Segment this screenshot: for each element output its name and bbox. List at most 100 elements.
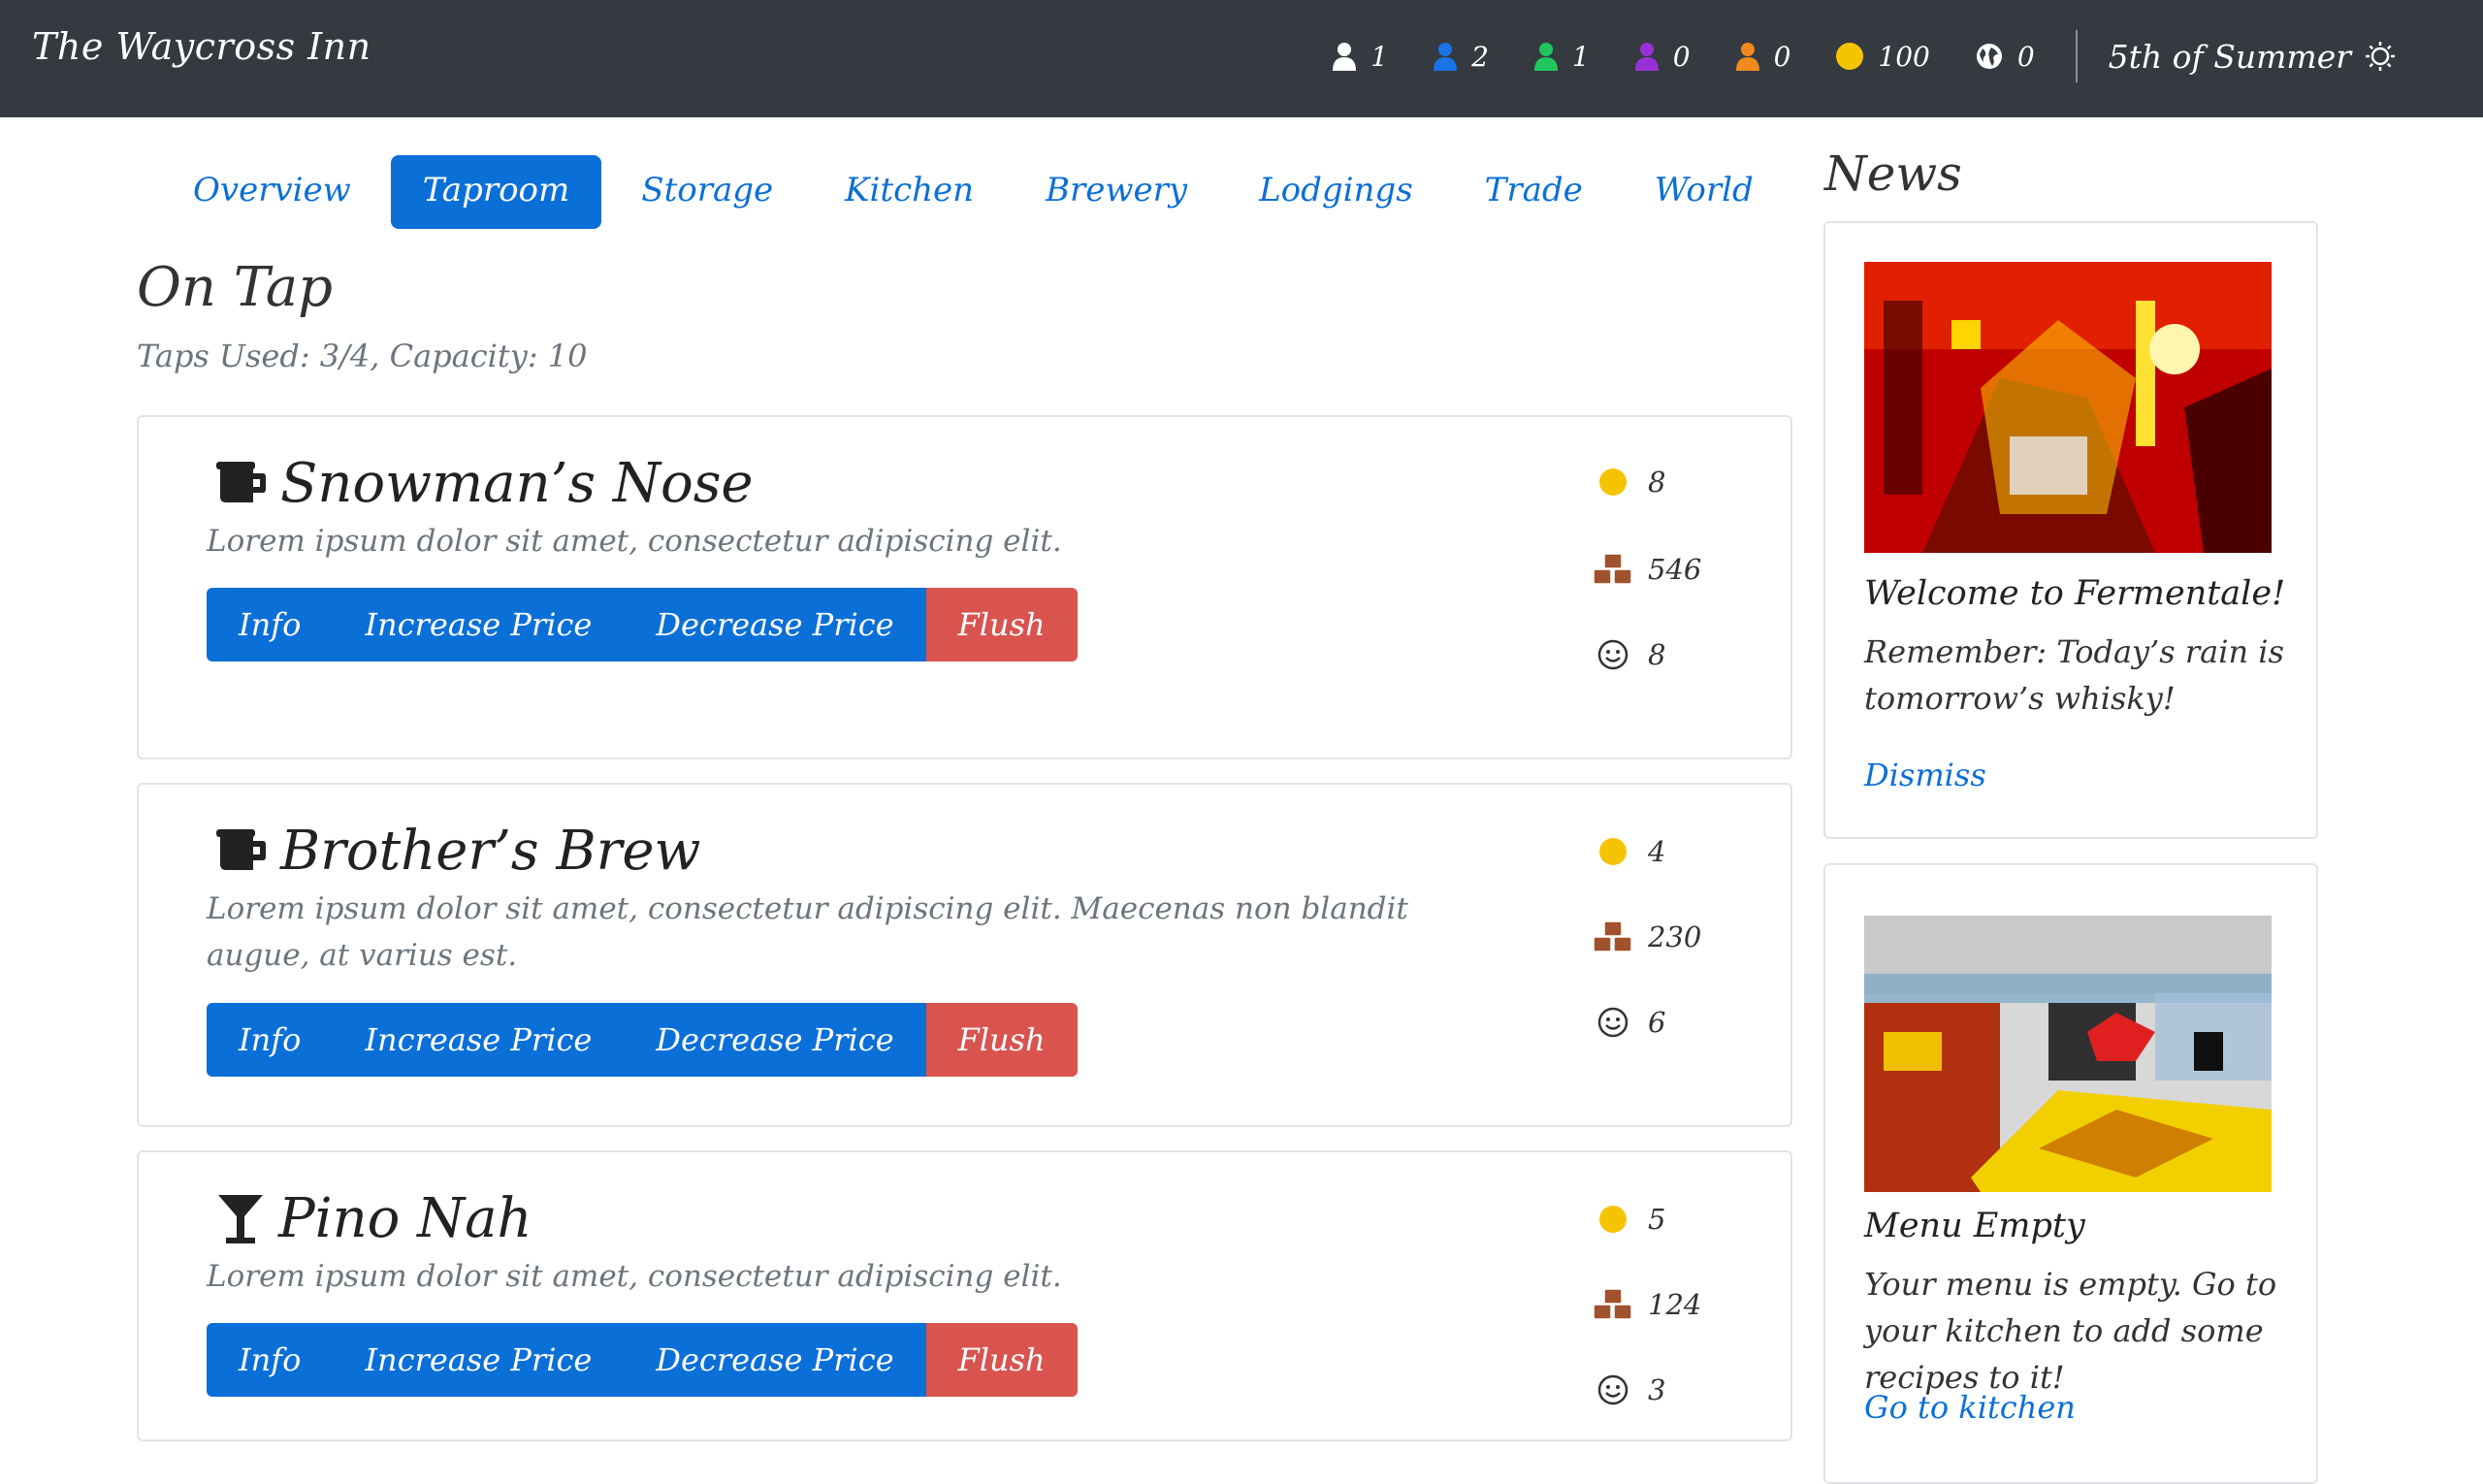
drink-stock: 124 xyxy=(1592,1288,1701,1321)
game-date: 5th of Summer xyxy=(2109,38,2396,76)
drink-happiness: 8 xyxy=(1592,638,1665,671)
news-heading: News xyxy=(1824,145,1962,202)
drink-name-row: Brother’s Brew xyxy=(216,820,700,883)
drink-card: Brother’s Brew Lorem ipsum dolor sit ame… xyxy=(137,783,1792,1127)
tab-world[interactable]: World xyxy=(1623,155,1786,229)
drink-stock: 546 xyxy=(1592,553,1701,586)
stock-value: 230 xyxy=(1648,920,1702,953)
crates-icon xyxy=(1592,920,1634,953)
go-to-kitchen-link[interactable]: Go to kitchen xyxy=(1864,1389,2076,1426)
price-value: 4 xyxy=(1648,835,1666,868)
drink-price: 8 xyxy=(1592,466,1665,499)
stat-white-workers: 1 xyxy=(1332,41,1388,73)
increase-price-button[interactable]: Increase Price xyxy=(333,1003,625,1077)
stat-value: 0 xyxy=(1672,40,1691,73)
flush-button[interactable]: Flush xyxy=(925,588,1078,661)
stock-value: 124 xyxy=(1648,1288,1702,1321)
tab-brewery[interactable]: Brewery xyxy=(1014,155,1219,229)
happiness-value: 6 xyxy=(1648,1006,1666,1039)
page-title: On Tap xyxy=(137,256,334,319)
person-green-icon xyxy=(1533,42,1559,71)
stat-value: 0 xyxy=(2016,40,2035,73)
stat-value: 2 xyxy=(1471,40,1489,73)
smiley-icon xyxy=(1592,1374,1634,1405)
app-brand[interactable]: The Waycross Inn xyxy=(32,25,371,68)
dismiss-link[interactable]: Dismiss xyxy=(1864,757,1986,793)
beer-mug-icon xyxy=(216,828,267,874)
flush-button[interactable]: Flush xyxy=(925,1003,1078,1077)
drink-name-row: Snowman’s Nose xyxy=(216,452,754,515)
globe-icon xyxy=(1975,42,2004,71)
stat-world: 0 xyxy=(1975,41,2035,73)
tab-taproom[interactable]: Taproom xyxy=(390,155,602,229)
news-headline: Welcome to Fermentale! xyxy=(1864,574,2286,613)
person-white-icon xyxy=(1332,42,1357,71)
smiley-icon xyxy=(1592,639,1634,670)
stat-blue-workers: 2 xyxy=(1433,41,1489,73)
info-button[interactable]: Info xyxy=(207,1323,334,1397)
happiness-value: 3 xyxy=(1648,1373,1666,1406)
date-label: 5th of Summer xyxy=(2108,37,2351,76)
drink-description: Lorem ipsum dolor sit amet, consectetur … xyxy=(207,1259,1062,1294)
flush-button[interactable]: Flush xyxy=(925,1323,1078,1397)
tavern-fire-image xyxy=(1864,262,2272,553)
decrease-price-button[interactable]: Decrease Price xyxy=(624,1323,926,1397)
drink-description: Lorem ipsum dolor sit amet, consectetur … xyxy=(207,524,1062,559)
tab-overview[interactable]: Overview xyxy=(161,155,383,229)
happiness-value: 8 xyxy=(1648,638,1666,671)
resource-stats: 1 2 1 0 0 100 0 5th of Summer xyxy=(1287,27,2396,85)
news-body: Remember: Today’s rain is tomorrow’s whi… xyxy=(1864,633,2284,717)
cocktail-glass-icon xyxy=(216,1193,265,1245)
smiley-icon xyxy=(1592,1007,1634,1038)
crates-icon xyxy=(1592,553,1634,586)
drink-actions: Info Increase Price Decrease Price Flush xyxy=(207,1323,1078,1397)
drink-price: 5 xyxy=(1592,1203,1665,1236)
news-card: Menu Empty Your menu is empty. Go to you… xyxy=(1823,863,2318,1484)
taps-used-subtitle: Taps Used: 3/4, Capacity: 10 xyxy=(137,338,588,374)
decrease-price-button[interactable]: Decrease Price xyxy=(624,1003,926,1077)
sun-icon xyxy=(2366,42,2395,71)
stat-gold: 100 xyxy=(1835,40,1930,73)
stat-value: 1 xyxy=(1571,40,1590,73)
info-button[interactable]: Info xyxy=(207,1003,334,1077)
drink-stock: 230 xyxy=(1592,920,1701,953)
person-orange-icon xyxy=(1735,42,1760,71)
drink-card: Pino Nah Lorem ipsum dolor sit amet, con… xyxy=(137,1150,1792,1441)
gold-coin-icon xyxy=(1592,837,1634,866)
news-body: Your menu is empty. Go to your kitchen t… xyxy=(1864,1266,2277,1396)
drink-name: Pino Nah xyxy=(278,1187,532,1250)
drink-actions: Info Increase Price Decrease Price Flush xyxy=(207,588,1078,661)
drink-name: Brother’s Brew xyxy=(280,820,701,883)
tab-kitchen[interactable]: Kitchen xyxy=(813,155,1006,229)
stat-green-workers: 1 xyxy=(1533,41,1590,73)
stat-value: 100 xyxy=(1878,40,1930,73)
navbar-divider xyxy=(2075,30,2078,82)
gold-coin-icon xyxy=(1835,42,1864,71)
info-button[interactable]: Info xyxy=(207,588,334,661)
stat-value: 1 xyxy=(1370,40,1389,73)
person-purple-icon xyxy=(1634,42,1660,71)
stat-orange-workers: 0 xyxy=(1735,41,1790,73)
tab-trade[interactable]: Trade xyxy=(1453,155,1615,229)
increase-price-button[interactable]: Increase Price xyxy=(333,588,625,661)
person-blue-icon xyxy=(1433,42,1458,71)
gold-coin-icon xyxy=(1592,1205,1634,1234)
drink-description: Lorem ipsum dolor sit amet, consectetur … xyxy=(207,891,1408,973)
drink-actions: Info Increase Price Decrease Price Flush xyxy=(207,1003,1078,1077)
drink-happiness: 6 xyxy=(1592,1006,1665,1039)
stock-value: 546 xyxy=(1648,553,1702,586)
increase-price-button[interactable]: Increase Price xyxy=(333,1323,625,1397)
news-card: Welcome to Fermentale! Remember: Today’s… xyxy=(1823,221,2318,839)
crates-icon xyxy=(1592,1288,1634,1321)
price-value: 8 xyxy=(1648,466,1666,499)
kitchen-image xyxy=(1864,916,2272,1192)
drink-card: Snowman’s Nose Lorem ipsum dolor sit ame… xyxy=(137,415,1792,759)
tab-storage[interactable]: Storage xyxy=(609,155,805,229)
beer-mug-icon xyxy=(216,461,267,506)
stat-purple-workers: 0 xyxy=(1634,41,1691,73)
drink-price: 4 xyxy=(1592,835,1665,868)
tab-lodgings[interactable]: Lodgings xyxy=(1227,155,1445,229)
drink-name-row: Pino Nah xyxy=(216,1187,532,1250)
decrease-price-button[interactable]: Decrease Price xyxy=(624,588,926,661)
main-tabs: Overview Taproom Storage Kitchen Brewery… xyxy=(161,155,1793,229)
